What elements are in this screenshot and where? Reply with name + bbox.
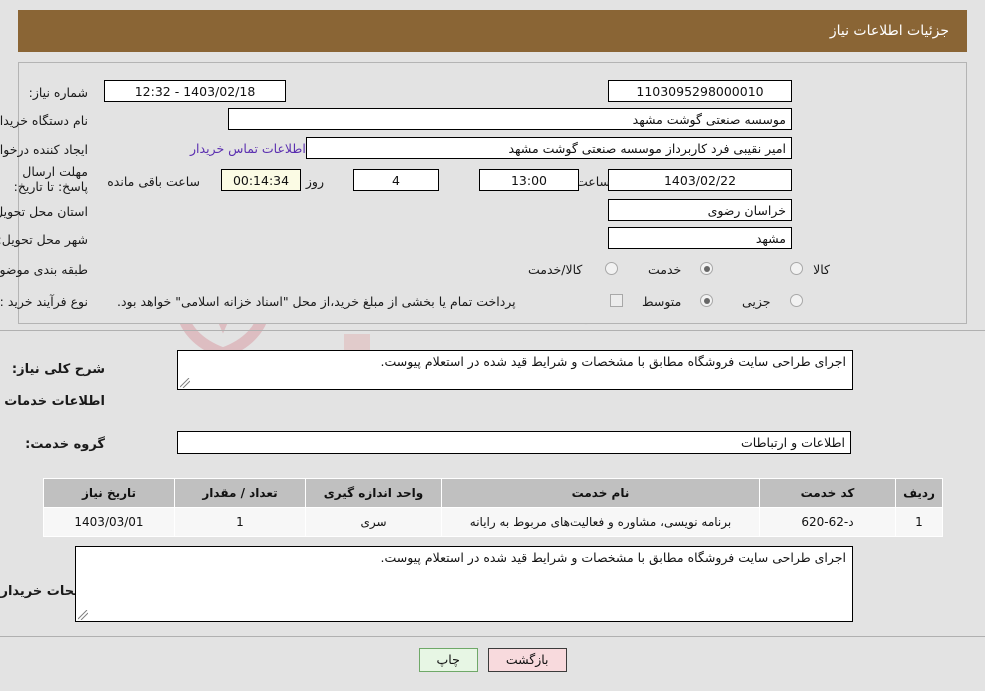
countdown-suffix: ساعت باقی مانده [107, 174, 200, 189]
process-label: نوع فرآیند خرید : [0, 294, 88, 309]
category-option-label-0: کالا [813, 262, 830, 277]
description-textarea[interactable]: اجرای طراحی سایت فروشگاه مطابق با مشخصات… [177, 350, 853, 390]
section-divider-top [0, 330, 985, 331]
description-label: شرح کلی نیاز: [11, 362, 105, 377]
treasury-bonds-checkbox[interactable] [610, 294, 623, 307]
deadline-date-field[interactable]: 1403/02/22 [608, 169, 792, 191]
page-root: AriaTender.net جزئیات اطلاعات نیاز شماره… [0, 0, 985, 691]
category-option-label-2: کالا/خدمت [528, 262, 583, 277]
service-group-field[interactable]: اطلاعات و ارتباطات [177, 431, 851, 454]
deadline-hour-field[interactable]: 13:00 [479, 169, 579, 191]
buyer-contact-link[interactable]: اطلاعات تماس خریدار [190, 141, 306, 156]
cell-unit: سری [305, 507, 442, 537]
buyer-notes-textarea[interactable]: اجرای طراحی سایت فروشگاه مطابق با مشخصات… [75, 546, 853, 622]
col-header-date: تاریخ نیاز [43, 478, 175, 508]
description-text: اجرای طراحی سایت فروشگاه مطابق با مشخصات… [380, 354, 846, 369]
request-creator-label: ایجاد کننده درخواست: [0, 142, 88, 157]
col-header-radif: ردیف [895, 478, 943, 508]
province-field[interactable]: خراسان رضوی [608, 199, 792, 221]
table-row[interactable]: 1 د-62-620 برنامه نویسی، مشاوره و فعالیت… [43, 507, 943, 537]
page-title: جزئیات اطلاعات نیاز [829, 23, 949, 39]
need-number-label: شماره نیاز: [28, 85, 88, 100]
treasury-bonds-label: پرداخت تمام یا بخشی از مبلغ خرید،از محل … [117, 294, 516, 309]
col-header-unit: واحد اندازه گیری [305, 478, 442, 508]
deadline-hour-label: ساعت [575, 174, 610, 189]
section-divider-bottom [0, 636, 985, 637]
city-label: شهر محل تحویل: [0, 232, 88, 247]
category-radio-kala-khedmat[interactable] [605, 262, 618, 275]
print-button[interactable]: چاپ [418, 648, 478, 672]
need-number-field[interactable]: 1103095298000010 [608, 80, 792, 102]
services-section-heading: اطلاعات خدمات مورد نیاز [0, 394, 105, 409]
process-radio-jozei[interactable] [790, 294, 803, 307]
action-button-bar: بازگشت چاپ [0, 648, 985, 672]
back-button[interactable]: بازگشت [487, 648, 567, 672]
remaining-days-field[interactable]: 4 [353, 169, 439, 191]
deadline-label: مهلت ارسال پاسخ: تا تاریخ: [13, 164, 88, 194]
buyer-notes-text: اجرای طراحی سایت فروشگاه مطابق با مشخصات… [380, 550, 846, 565]
category-option-label-1: خدمت [648, 262, 682, 277]
city-field[interactable]: مشهد [608, 227, 792, 249]
cell-radif: 1 [895, 507, 943, 537]
province-label: استان محل تحویل: [0, 204, 88, 219]
service-group-label: گروه خدمت: [25, 437, 105, 452]
public-announce-field[interactable]: 1403/02/18 - 12:32 [104, 80, 286, 102]
services-table: ردیف کد خدمت نام خدمت واحد اندازه گیری ت… [43, 478, 943, 537]
services-table-wrapper: ردیف کد خدمت نام خدمت واحد اندازه گیری ت… [43, 478, 943, 537]
col-header-name: نام خدمت [441, 478, 760, 508]
cell-qty: 1 [174, 507, 306, 537]
resize-grip-icon[interactable] [180, 378, 190, 388]
table-header-row: ردیف کد خدمت نام خدمت واحد اندازه گیری ت… [43, 478, 943, 508]
process-radio-motavaset[interactable] [700, 294, 713, 307]
cell-code: د-62-620 [759, 507, 896, 537]
cell-date: 1403/03/01 [43, 507, 175, 537]
page-title-bar: جزئیات اطلاعات نیاز [18, 10, 967, 52]
request-creator-field[interactable]: امیر نقیبی فرد کاربرداز موسسه صنعتی گوشت… [306, 137, 792, 159]
resize-grip-icon[interactable] [78, 610, 88, 620]
process-option-label-0: جزیی [742, 294, 771, 309]
col-header-qty: تعداد / مقدار [174, 478, 306, 508]
cell-name: برنامه نویسی، مشاوره و فعالیت‌های مربوط … [441, 507, 760, 537]
col-header-code: کد خدمت [759, 478, 896, 508]
countdown-field: 00:14:34 [221, 169, 301, 191]
buyer-org-label: نام دستگاه خریدار: [0, 113, 88, 128]
category-label: طبقه بندی موضوعی: [0, 262, 88, 277]
category-radio-khedmat[interactable] [700, 262, 713, 275]
process-option-label-1: متوسط [642, 294, 682, 309]
buyer-org-field[interactable]: موسسه صنعتی گوشت مشهد [228, 108, 792, 130]
